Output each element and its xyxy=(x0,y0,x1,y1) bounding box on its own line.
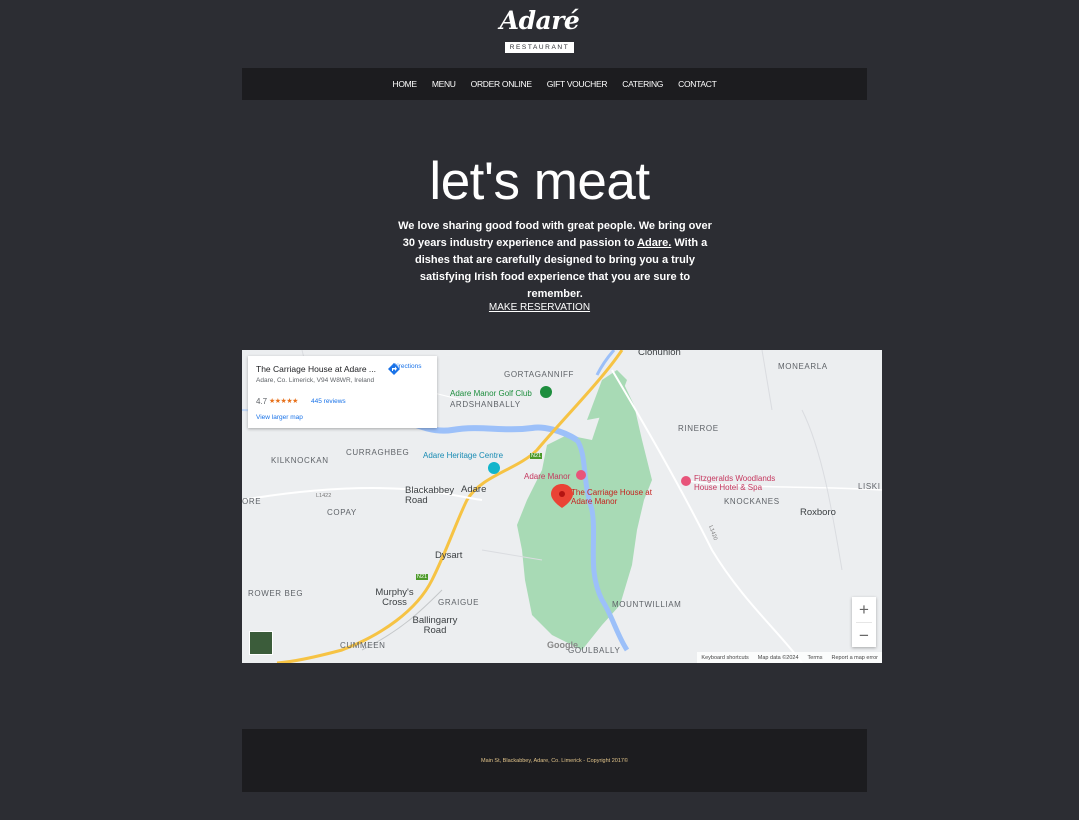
zoom-in-button[interactable]: + xyxy=(852,597,876,622)
reserve-wrap: MAKE RESERVATION xyxy=(0,297,1079,315)
label-ardshanbally: ARDSHANBALLY xyxy=(450,400,521,409)
nav-order-online[interactable]: ORDER ONLINE xyxy=(471,79,532,89)
reviews-link[interactable]: 445 reviews xyxy=(311,398,346,405)
adare-link[interactable]: Adare. xyxy=(637,237,671,249)
label-cummeen: CUMMEEN xyxy=(340,641,386,650)
label-kilknockan: KILKNOCKAN xyxy=(271,456,329,465)
label-copay: COPAY xyxy=(327,508,357,517)
google-logo: Google xyxy=(547,640,578,650)
nav-gift-voucher[interactable]: GIFT VOUCHER xyxy=(547,79,608,89)
label-mountwilliam: MOUNTWILLIAM xyxy=(612,600,682,609)
place-rating: 4.7 xyxy=(256,397,268,406)
label-rower-beg: ROWER BEG xyxy=(248,589,304,598)
label-rineroe: RINEROE xyxy=(678,424,719,433)
view-larger-map-link[interactable]: View larger map xyxy=(256,414,303,421)
keyboard-shortcuts-link[interactable]: Keyboard shortcuts xyxy=(701,655,748,661)
directions-button[interactable]: Directions xyxy=(387,362,427,375)
map-data-text: Map data ©2024 xyxy=(757,654,799,661)
label-heritage-centre: Adare Heritage Centre xyxy=(423,451,504,460)
label-fitzgeralds: Fitzgeralds Woodlands House Hotel & Spa xyxy=(694,474,776,492)
road-label-l1422: L1422 xyxy=(316,493,332,499)
hero-title: let's meat xyxy=(429,152,650,211)
place-address: Adare, Co. Limerick, V94 W8WR, Ireland xyxy=(256,377,375,384)
nav-contact[interactable]: CONTACT xyxy=(678,79,717,89)
rating-stars: ★★★★★ xyxy=(269,398,298,405)
label-clonunion: Clonunion xyxy=(638,350,681,358)
label-carriage-house[interactable]: The Carriage House at Adare Manor xyxy=(571,488,653,506)
label-gortaganniff: GORTAGANNIFF xyxy=(504,370,575,379)
road-l1420 xyxy=(611,369,803,663)
label-adare: Adare xyxy=(461,484,487,495)
label-golf-club: Adare Manor Golf Club xyxy=(450,389,532,398)
road-label-n21: N21 xyxy=(416,574,429,580)
zoom-out-button[interactable]: − xyxy=(852,623,876,648)
label-dysart: Dysart xyxy=(435,550,463,561)
footer-copyright: Main St, Blackabbey, Adare, Co. Limerick… xyxy=(480,757,629,764)
nav-home[interactable]: HOME xyxy=(393,79,418,89)
road-misc-3 xyxy=(761,350,773,411)
report-error-link[interactable]: Report a map error xyxy=(832,655,878,661)
place-title: The Carriage House at Adare ... xyxy=(256,364,377,374)
label-adare-manor: Adare Manor xyxy=(524,472,571,481)
road-label-n21-north: N21 xyxy=(530,453,543,459)
logo-script: Adaré xyxy=(499,6,580,35)
park-area xyxy=(517,380,652,650)
label-lisk: LISKI xyxy=(858,482,881,491)
label-monearla: MONEARLA xyxy=(778,362,828,371)
make-reservation-link[interactable]: MAKE RESERVATION xyxy=(489,302,590,313)
label-blackabbey: Blackabbey Road xyxy=(405,485,455,506)
map-attribution: Keyboard shortcuts Map data ©2024 Terms … xyxy=(697,652,882,663)
logo[interactable]: Adaré RESTAURANT xyxy=(0,6,1079,54)
label-graigue: GRAIGUE xyxy=(438,598,480,607)
label-curraghbeg: CURRAGHBEG xyxy=(346,448,410,457)
embedded-map[interactable]: Clonunion GORTAGANNIFF MONEARLA Adare Ma… xyxy=(242,350,882,663)
map-info-card: The Carriage House at Adare ... Adare, C… xyxy=(248,356,437,428)
terms-link[interactable]: Terms xyxy=(808,655,823,661)
label-ore: ORE xyxy=(242,497,262,506)
nav-catering[interactable]: CATERING xyxy=(622,79,663,89)
logo-subtitle: RESTAURANT xyxy=(504,42,575,53)
nav-menu[interactable]: MENU xyxy=(432,79,456,89)
hero-text: We love sharing good food with great peo… xyxy=(392,218,718,303)
road-misc-2 xyxy=(801,409,843,571)
label-ballingarry: Ballingarry Road xyxy=(412,615,458,636)
label-roxboro: Roxboro xyxy=(800,507,836,518)
satellite-toggle-thumbnail[interactable] xyxy=(249,631,273,655)
label-knockanes: KNOCKANES xyxy=(724,497,780,506)
main-nav: HOME MENU ORDER ONLINE GIFT VOUCHER CATE… xyxy=(242,68,867,100)
directions-icon xyxy=(388,363,400,375)
label-murphys-cross: Murphy's Cross xyxy=(375,587,414,608)
footer: Main St, Blackabbey, Adare, Co. Limerick… xyxy=(242,729,867,792)
zoom-controls: + − xyxy=(852,597,876,647)
